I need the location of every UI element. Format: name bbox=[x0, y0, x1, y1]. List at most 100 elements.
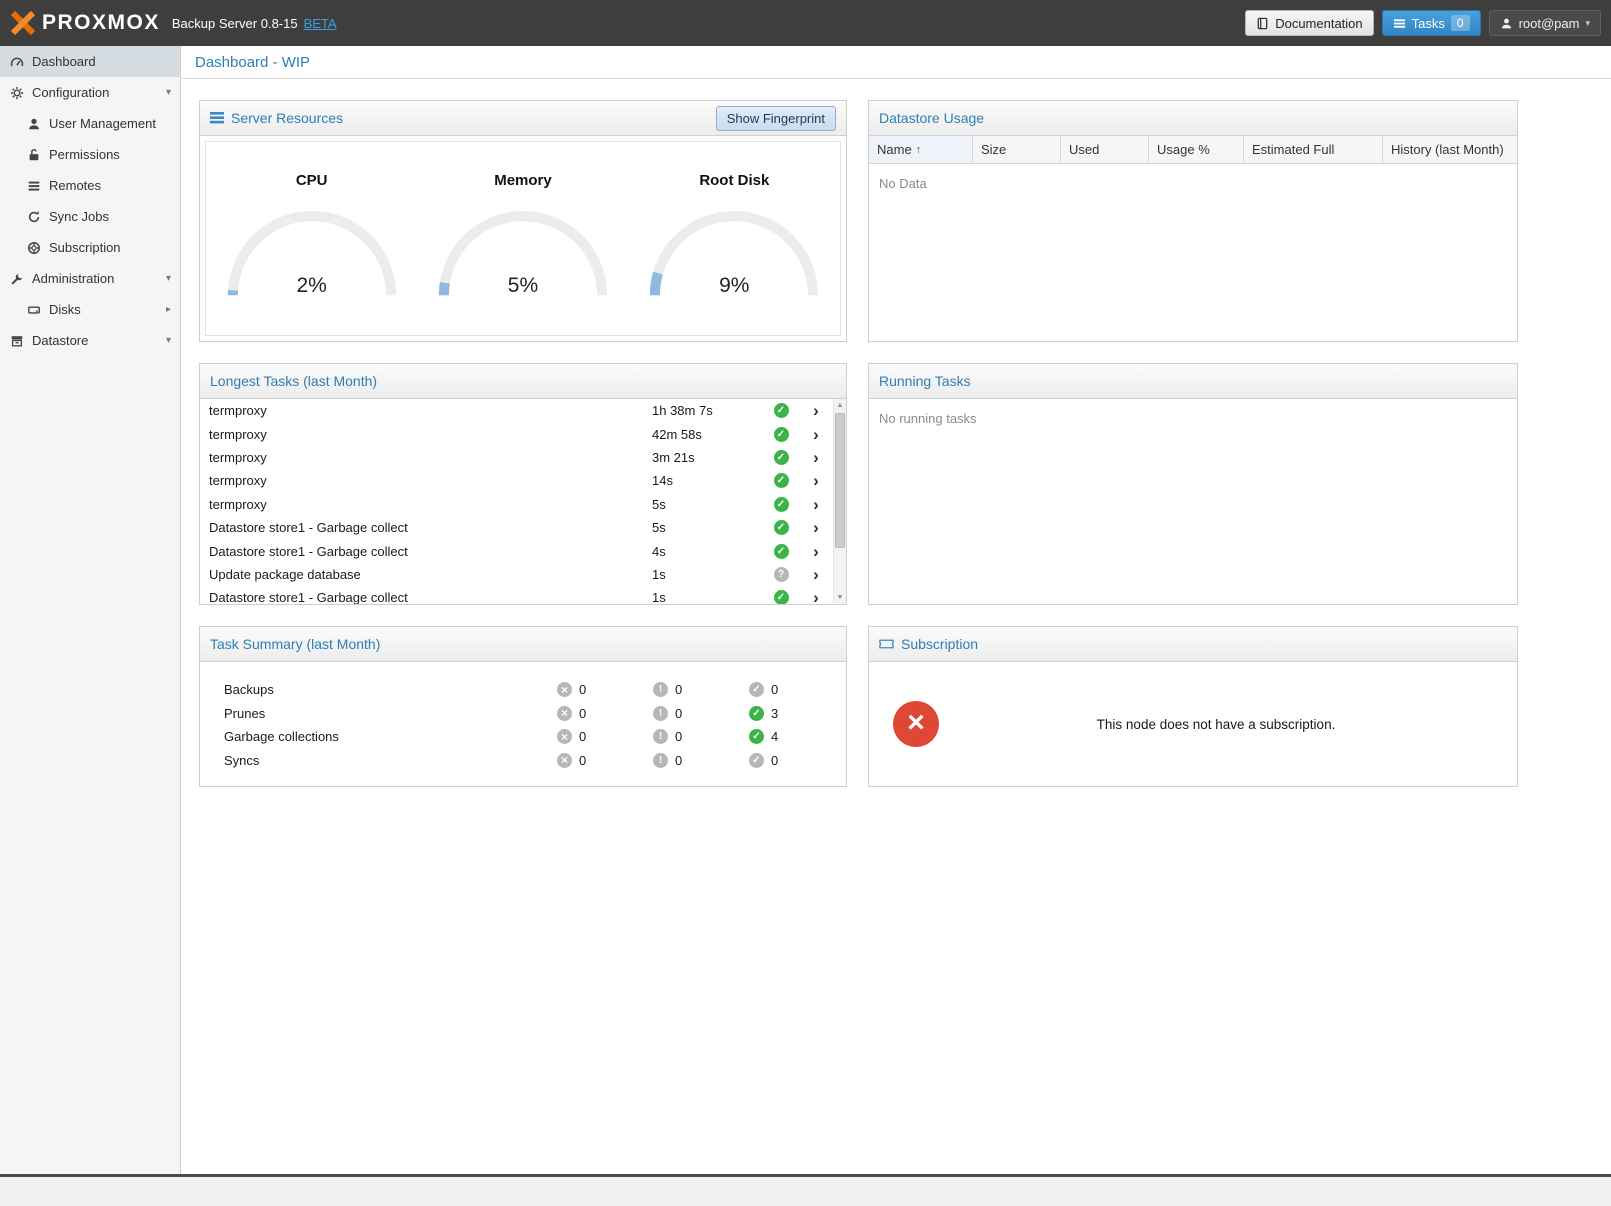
error-icon bbox=[557, 682, 572, 697]
table-icon bbox=[210, 112, 224, 124]
brand: PROXMOX bbox=[10, 11, 160, 35]
warning-count: 0 bbox=[675, 682, 682, 697]
task-row[interactable]: termproxy 5s › bbox=[200, 493, 846, 516]
gauge-value: 9% bbox=[642, 274, 826, 298]
bottom-bar bbox=[0, 1174, 1611, 1206]
task-name: termproxy bbox=[200, 473, 652, 488]
task-row[interactable]: termproxy 14s › bbox=[200, 469, 846, 492]
task-status-icon bbox=[774, 473, 789, 488]
sidebar-item-label: Dashboard bbox=[32, 54, 96, 69]
task-name: Update package database bbox=[200, 567, 652, 582]
sidebar-item-configuration[interactable]: Configuration ▾ bbox=[0, 77, 180, 108]
datastore-usage-header: Datastore Usage bbox=[869, 101, 1517, 136]
chevron-right-icon[interactable]: › bbox=[800, 402, 832, 419]
user-icon bbox=[27, 117, 41, 131]
task-row[interactable]: Update package database 1s › bbox=[200, 563, 846, 586]
beta-link[interactable]: BETA bbox=[304, 16, 337, 31]
scrollbar-thumb[interactable] bbox=[835, 413, 845, 548]
task-row[interactable]: termproxy 42m 58s › bbox=[200, 422, 846, 445]
panel-title: Server Resources bbox=[231, 110, 343, 126]
sidebar-item-dashboard[interactable]: Dashboard bbox=[0, 46, 180, 77]
task-row[interactable]: Datastore store1 - Garbage collect 4s › bbox=[200, 539, 846, 562]
task-duration: 14s bbox=[652, 473, 762, 488]
sidebar-item-user-management[interactable]: User Management bbox=[0, 108, 180, 139]
task-name: Datastore store1 - Garbage collect bbox=[200, 520, 652, 535]
summary-row: Garbage collections 0 0 4 bbox=[224, 725, 846, 749]
no-data-text: No Data bbox=[869, 164, 1517, 203]
summary-label: Syncs bbox=[224, 753, 557, 768]
gauge-label: Root Disk bbox=[699, 172, 769, 189]
chevron-right-icon[interactable]: › bbox=[800, 496, 832, 513]
column-header-size[interactable]: Size bbox=[973, 136, 1061, 164]
tasks-button[interactable]: Tasks 0 bbox=[1382, 10, 1481, 36]
chevron-down-icon[interactable]: ▾ bbox=[166, 273, 171, 284]
chevron-right-icon[interactable]: › bbox=[800, 543, 832, 560]
task-summary-header: Task Summary (last Month) bbox=[200, 627, 846, 662]
sidebar-item-disks[interactable]: Disks ▸ bbox=[0, 294, 180, 325]
chevron-right-icon[interactable]: › bbox=[800, 519, 832, 536]
task-status-icon bbox=[774, 427, 789, 442]
sidebar-item-label: Administration bbox=[32, 271, 114, 286]
gears-icon bbox=[10, 86, 24, 100]
content-header: Dashboard - WIP bbox=[181, 46, 1611, 79]
error-count: 0 bbox=[579, 729, 586, 744]
chevron-right-icon[interactable]: ▸ bbox=[166, 304, 171, 315]
task-name: termproxy bbox=[200, 427, 652, 442]
chevron-right-icon[interactable]: › bbox=[800, 449, 832, 466]
sidebar-item-subscription[interactable]: Subscription bbox=[0, 232, 180, 263]
warning-icon bbox=[653, 729, 668, 744]
disk-icon bbox=[27, 303, 41, 317]
sidebar-item-label: Permissions bbox=[49, 147, 120, 162]
scroll-down-icon[interactable]: ▼ bbox=[834, 591, 846, 604]
database-icon bbox=[10, 334, 24, 348]
chevron-right-icon[interactable]: › bbox=[800, 566, 832, 583]
chevron-right-icon[interactable]: › bbox=[800, 589, 832, 604]
gauges-container: CPU 2% Memory bbox=[205, 141, 841, 336]
top-bar: PROXMOX Backup Server 0.8-15 BETA Docume… bbox=[0, 0, 1611, 46]
sidebar-item-sync-jobs[interactable]: Sync Jobs bbox=[0, 201, 180, 232]
main-content: Dashboard - WIP Server Resources Show Fi… bbox=[181, 46, 1611, 1174]
warning-count: 0 bbox=[675, 706, 682, 721]
sidebar-item-remotes[interactable]: Remotes bbox=[0, 170, 180, 201]
show-fingerprint-button[interactable]: Show Fingerprint bbox=[716, 106, 836, 131]
column-header-estimated-full[interactable]: Estimated Full bbox=[1244, 136, 1383, 164]
chevron-right-icon[interactable]: › bbox=[800, 426, 832, 443]
task-name: termproxy bbox=[200, 450, 652, 465]
task-status-icon bbox=[774, 450, 789, 465]
column-header-name[interactable]: Name ↑ bbox=[869, 136, 973, 164]
top-bar-actions: Documentation Tasks 0 root@pam ▾ bbox=[1245, 10, 1601, 36]
task-row[interactable]: Datastore store1 - Garbage collect 5s › bbox=[200, 516, 846, 539]
user-menu-button[interactable]: root@pam ▾ bbox=[1489, 10, 1601, 36]
sidebar-item-permissions[interactable]: Permissions bbox=[0, 139, 180, 170]
chevron-down-icon[interactable]: ▾ bbox=[166, 87, 171, 98]
sidebar-item-label: Disks bbox=[49, 302, 81, 317]
task-row[interactable]: termproxy 3m 21s › bbox=[200, 446, 846, 469]
memory-gauge: Memory 5% bbox=[417, 142, 628, 335]
sidebar-item-administration[interactable]: Administration ▾ bbox=[0, 263, 180, 294]
chevron-right-icon[interactable]: › bbox=[800, 472, 832, 489]
error-count: 0 bbox=[579, 682, 586, 697]
summary-row: Backups 0 0 0 bbox=[224, 678, 846, 702]
summary-label: Garbage collections bbox=[224, 729, 557, 744]
documentation-button[interactable]: Documentation bbox=[1245, 10, 1373, 36]
chevron-down-icon[interactable]: ▾ bbox=[166, 335, 171, 346]
task-duration: 5s bbox=[652, 520, 762, 535]
column-header-history[interactable]: History (last Month) bbox=[1383, 136, 1517, 164]
subscription-panel: Subscription × This node does not have a… bbox=[868, 626, 1518, 787]
sort-asc-icon: ↑ bbox=[916, 144, 922, 156]
scroll-up-icon[interactable]: ▲ bbox=[834, 399, 846, 412]
support-icon bbox=[27, 241, 41, 255]
column-header-used[interactable]: Used bbox=[1061, 136, 1149, 164]
task-summary-panel: Task Summary (last Month) Backups 0 0 0 bbox=[199, 626, 847, 787]
server-resources-header: Server Resources Show Fingerprint bbox=[200, 101, 846, 136]
task-row[interactable]: Datastore store1 - Garbage collect 1s › bbox=[200, 586, 846, 604]
task-row[interactable]: termproxy 1h 38m 7s › bbox=[200, 399, 846, 422]
vertical-scrollbar[interactable]: ▲ ▼ bbox=[833, 399, 846, 604]
summary-label: Backups bbox=[224, 682, 557, 697]
task-name: termproxy bbox=[200, 497, 652, 512]
column-header-usage-pct[interactable]: Usage % bbox=[1149, 136, 1244, 164]
sidebar-item-datastore[interactable]: Datastore ▾ bbox=[0, 325, 180, 356]
sidebar-item-label: Remotes bbox=[49, 178, 101, 193]
ticket-icon bbox=[879, 638, 894, 650]
warning-icon bbox=[653, 706, 668, 721]
